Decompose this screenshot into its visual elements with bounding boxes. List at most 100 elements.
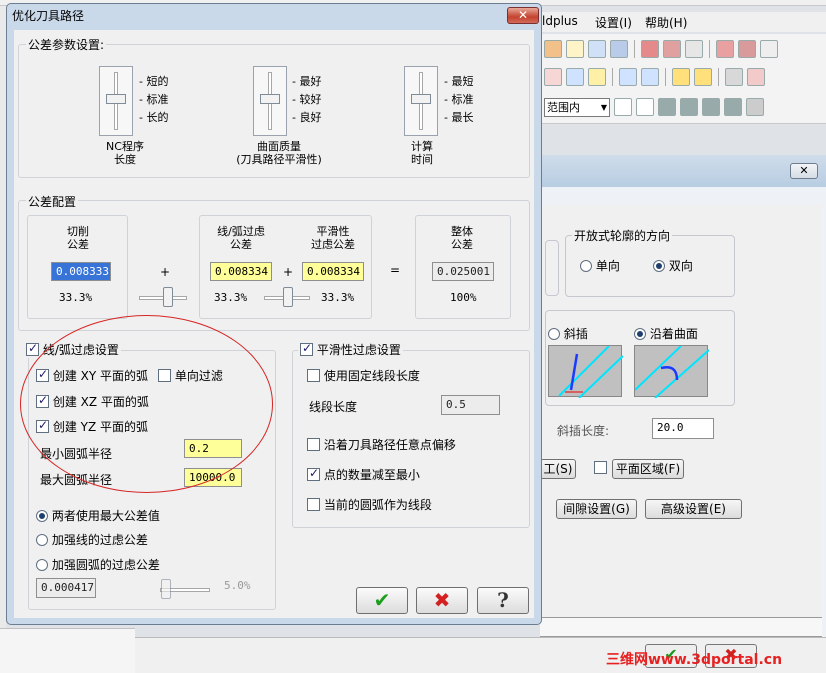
toolbar-row-2 [540, 64, 826, 90]
nc-tick-standard: - 标准 [139, 93, 169, 106]
range-select[interactable]: 范围内 [544, 97, 610, 117]
background-dialog-titlebar [540, 155, 826, 187]
surface-quality-slider-thumb[interactable] [260, 94, 280, 104]
compute-tick-standard: - 标准 [444, 93, 474, 106]
measure-icon[interactable] [725, 68, 743, 86]
rotate-icon[interactable] [716, 40, 734, 58]
radio-both-max-tolerance[interactable]: 两者使用最大公差值 [36, 507, 160, 524]
compute-time-slider-thumb[interactable] [411, 94, 431, 104]
hexagon-icon[interactable] [658, 98, 676, 116]
table-icon[interactable] [544, 40, 562, 58]
offset-along-path-checkbox[interactable]: 沿着刀具路径任意点偏移 [307, 436, 456, 453]
dialog-close-button[interactable]: ✕ [507, 7, 539, 24]
page-icon[interactable] [566, 40, 584, 58]
radio-double-direction[interactable]: 双向 [653, 257, 693, 274]
tool2-icon[interactable] [663, 40, 681, 58]
along-surface-preview-image [634, 345, 710, 399]
dialog-title: 优化刀具路径 [12, 9, 85, 23]
radio-single-direction[interactable]: 单向 [580, 257, 620, 274]
grid-icon[interactable] [685, 40, 703, 58]
cut-arc-balance-slider-thumb[interactable] [163, 287, 173, 307]
nc-length-slider-thumb[interactable] [106, 94, 126, 104]
hexagon2-icon[interactable] [680, 98, 698, 116]
cut-tolerance-percent: 33.3% [59, 291, 93, 304]
axis-icon[interactable] [566, 68, 584, 86]
oblique-length-input[interactable]: 20.0 [652, 418, 714, 439]
line-arc-filter-toggle[interactable]: 线/弧过虑设置 [24, 341, 121, 358]
arrow-icon[interactable] [544, 68, 562, 86]
pin-icon[interactable] [588, 68, 606, 86]
single-direction-filter-checkbox[interactable]: 单向过滤 [158, 367, 223, 384]
cube-icon[interactable] [610, 40, 628, 58]
plane-region-button[interactable]: 平面区域(F) [612, 459, 684, 479]
box-icon[interactable] [746, 98, 764, 116]
arc-smooth-balance-slider-thumb[interactable] [283, 287, 293, 307]
menu-item-help[interactable]: 帮助(H) [645, 14, 687, 31]
surface-caption: 曲面质量 (刀具路径平滑性) [236, 140, 322, 166]
pointer-icon[interactable] [614, 98, 632, 116]
minimize-points-checkbox[interactable]: 点的数量减至最小 [307, 466, 420, 483]
fixed-segment-length-checkbox[interactable]: 使用固定线段长度 [307, 367, 420, 384]
filter-ratio-slider-thumb[interactable] [161, 579, 171, 599]
compute-caption: 计算 时间 [411, 140, 433, 166]
radio-along-surface[interactable]: 沿着曲面 [634, 325, 698, 342]
arc-tolerance-label: 线/弧过虑 公差 [217, 225, 265, 251]
cut-tolerance-label: 切削 公差 [67, 225, 89, 251]
max-arc-radius-input[interactable]: 10000.0 [184, 468, 242, 487]
check-icon: ✔ [373, 588, 391, 612]
help-button[interactable]: ? [477, 587, 529, 614]
min-arc-radius-input[interactable]: 0.2 [184, 439, 242, 458]
arc-as-segment-checkbox[interactable]: 当前的圆弧作为线段 [307, 496, 432, 513]
segment-length-label: 线段长度 [309, 400, 358, 414]
surface-tick-good: - 良好 [292, 111, 322, 124]
radio-emphasize-arc[interactable]: 加强圆弧的过虑公差 [36, 556, 160, 573]
arc-tolerance-input[interactable]: 0.008334 [210, 262, 272, 281]
question-icon: ? [497, 588, 509, 612]
smooth-tolerance-label: 平滑性 过虑公差 [311, 225, 355, 251]
tolerance-config-label: 公差配置 [26, 193, 79, 210]
background-dialog-close-button[interactable]: ✕ [790, 163, 818, 179]
filter-tolerance-input: 0.000417 [36, 578, 96, 598]
surface-tick-best: - 最好 [292, 75, 322, 88]
menu-item-settings[interactable]: 设置(I) [595, 14, 632, 31]
hexagon4-icon[interactable] [724, 98, 742, 116]
tool-icon[interactable] [641, 40, 659, 58]
nc-caption: NC程序 长度 [106, 140, 144, 166]
partial-button[interactable]: 工(S) [540, 459, 576, 479]
highlight-icon[interactable] [694, 68, 712, 86]
total-tolerance-percent: 100% [450, 291, 477, 304]
radio-emphasize-line[interactable]: 加强线的过虑公差 [36, 531, 148, 548]
min-arc-radius-label: 最小圆弧半径 [40, 447, 113, 461]
create-xy-arc-checkbox[interactable]: 创建 XY 平面的弧 [36, 367, 148, 384]
tolerance-params-label: 公差参数设置: [26, 36, 107, 53]
create-yz-arc-checkbox[interactable]: 创建 YZ 平面的弧 [36, 418, 148, 435]
select-icon[interactable] [636, 98, 654, 116]
eraser-icon[interactable] [588, 40, 606, 58]
hexagon3-icon[interactable] [702, 98, 720, 116]
menu-item-ldplus[interactable]: ldplus [542, 14, 578, 28]
coordinate-icon[interactable] [747, 68, 765, 86]
gap-settings-button[interactable]: 间隙设置(G) [556, 499, 637, 519]
radio-oblique[interactable]: 斜插 [548, 325, 588, 342]
horizontal-arrow-icon[interactable] [619, 68, 637, 86]
create-xz-arc-checkbox[interactable]: 创建 XZ 平面的弧 [36, 393, 149, 410]
advanced-settings-button[interactable]: 高级设置(E) [645, 499, 742, 519]
ok-button[interactable]: ✔ [356, 587, 408, 614]
smooth-tolerance-input[interactable]: 0.008334 [302, 262, 364, 281]
pencil-icon[interactable] [672, 68, 690, 86]
surface-tick-better: - 较好 [292, 93, 322, 106]
plane-region-checkbox[interactable] [594, 461, 607, 475]
max-arc-radius-label: 最大圆弧半径 [40, 473, 113, 487]
cut-tolerance-input[interactable]: 0.008333 [51, 262, 111, 281]
vertical-arrow-icon[interactable] [641, 68, 659, 86]
nc-tick-long: - 长的 [139, 111, 169, 124]
cancel-button[interactable]: ✖ [416, 587, 468, 614]
oblique-preview-image [548, 345, 624, 399]
segment-length-input: 0.5 [441, 395, 500, 415]
smooth-tolerance-percent: 33.3% [321, 291, 355, 304]
check-icon[interactable] [760, 40, 778, 58]
render-icon[interactable] [738, 40, 756, 58]
x-icon: ✖ [433, 588, 451, 612]
plus-sign-2: + [283, 265, 294, 279]
smooth-filter-toggle[interactable]: 平滑性过虑设置 [298, 341, 403, 358]
